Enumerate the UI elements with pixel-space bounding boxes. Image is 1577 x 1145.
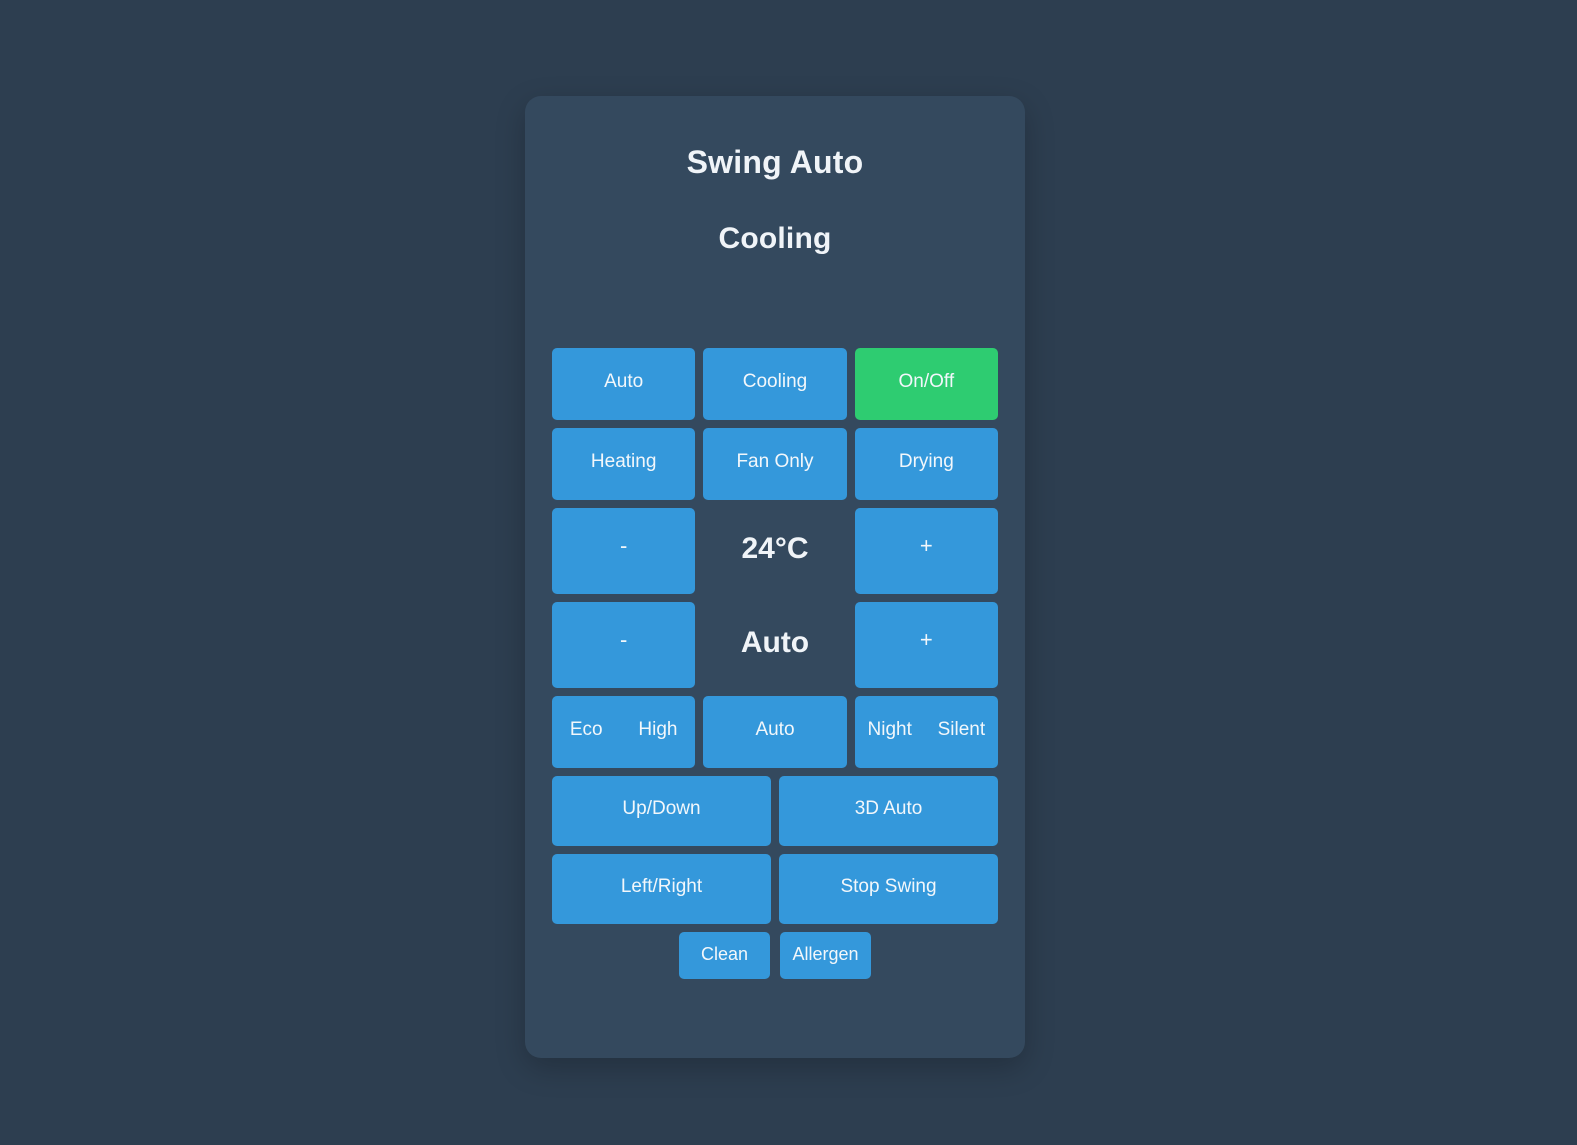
extra-button-clean[interactable]: Clean [679, 932, 770, 980]
swing-button-left-right[interactable]: Left/Right [552, 854, 771, 925]
fan-speed-stepper: - Auto + [552, 602, 998, 689]
preset-group-night-silent: Night Silent [854, 696, 998, 769]
preset-button-night[interactable]: Night [868, 720, 912, 739]
swing-row-secondary: Left/Right Stop Swing [552, 854, 998, 925]
preset-button-silent[interactable]: Silent [938, 720, 986, 739]
preset-group-eco-high: Eco High [552, 696, 696, 769]
temperature-increase-button[interactable]: + [854, 508, 998, 595]
preset-button-auto[interactable]: Auto [703, 696, 847, 769]
mode-button-cooling[interactable]: Cooling [703, 348, 847, 421]
mode-button-fan-only[interactable]: Fan Only [703, 428, 847, 501]
remote-control-card: Swing Auto Cooling Auto Cooling On/Off H… [525, 96, 1025, 1058]
fan-speed-decrease-button[interactable]: - [552, 602, 696, 689]
preset-button-eco[interactable]: Eco [570, 720, 603, 739]
preset-row: Eco High Auto Night Silent [552, 696, 998, 769]
extras-row: Clean Allergen [552, 932, 998, 980]
power-button-on-off[interactable]: On/Off [854, 348, 998, 421]
fan-speed-increase-button[interactable]: + [854, 602, 998, 689]
current-mode-label: Cooling [718, 222, 832, 256]
page-title: Swing Auto [686, 144, 864, 180]
swing-button-3d-auto[interactable]: 3D Auto [779, 776, 998, 847]
mode-row-secondary: Heating Fan Only Drying [552, 428, 998, 501]
preset-button-high[interactable]: High [638, 720, 677, 739]
swing-button-up-down[interactable]: Up/Down [552, 776, 771, 847]
temperature-value: 24°C [741, 532, 809, 566]
mode-button-drying[interactable]: Drying [854, 428, 998, 501]
mode-button-auto[interactable]: Auto [552, 348, 696, 421]
temperature-decrease-button[interactable]: - [552, 508, 696, 595]
temperature-stepper: - 24°C + [552, 508, 998, 595]
app-screen: Swing Auto Cooling Auto Cooling On/Off H… [0, 0, 1577, 1145]
header-spacer [552, 255, 998, 348]
fan-speed-value: Auto [740, 626, 810, 660]
swing-row-primary: Up/Down 3D Auto [552, 776, 998, 847]
mode-row-primary: Auto Cooling On/Off [552, 348, 998, 421]
extra-button-allergen[interactable]: Allergen [780, 932, 871, 980]
swing-button-stop-swing[interactable]: Stop Swing [779, 854, 998, 925]
header: Swing Auto Cooling [552, 96, 998, 255]
mode-button-heating[interactable]: Heating [552, 428, 696, 501]
